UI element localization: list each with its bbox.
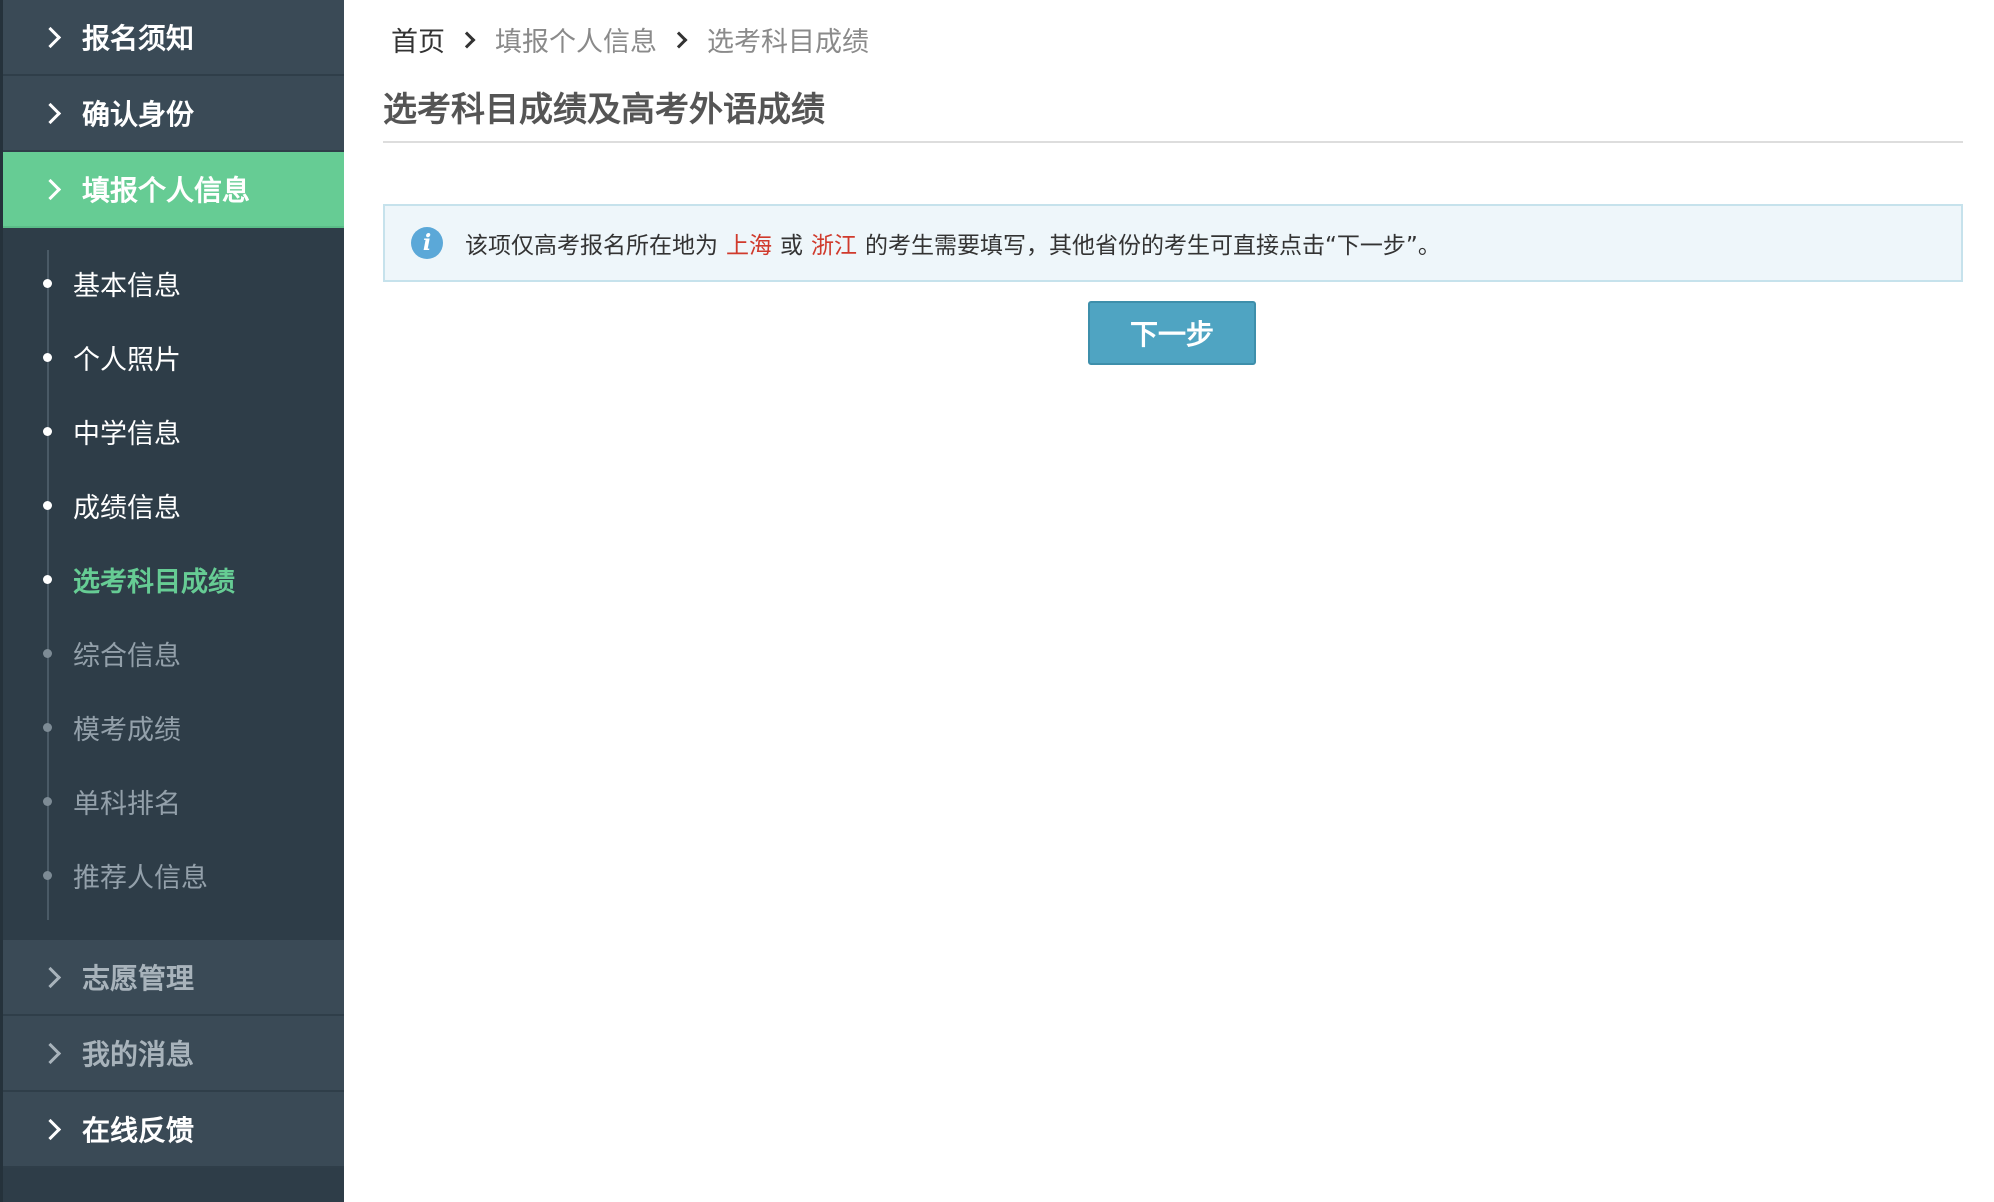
submenu-item-label: 个人照片 — [73, 344, 181, 376]
bullet-icon — [43, 575, 52, 584]
submenu-item-label: 选考科目成绩 — [73, 566, 235, 598]
chevron-right-icon — [458, 31, 476, 48]
chevron-right-icon — [39, 1118, 62, 1140]
next-step-button[interactable]: 下一步 — [1088, 301, 1256, 365]
sidebar-item-confirm-identity[interactable]: 确认身份 — [3, 76, 344, 152]
sidebar-submenu: 基本信息 个人照片 中学信息 成绩信息 选考科目成绩 综合信息 模考成绩 单科排… — [3, 228, 344, 940]
title-divider — [383, 141, 1963, 143]
bullet-icon — [43, 353, 52, 362]
chevron-right-icon — [39, 966, 62, 988]
breadcrumb-home[interactable]: 首页 — [391, 20, 445, 59]
bullet-icon — [43, 871, 52, 880]
sidebar-item-feedback[interactable]: 在线反馈 — [3, 1092, 344, 1168]
sidebar-item-preferences[interactable]: 志愿管理 — [3, 940, 344, 1016]
notice-text-1: 该项仅高考报名所在地为 — [465, 233, 718, 259]
sidebar-item-label: 在线反馈 — [82, 1114, 195, 1147]
bullet-icon — [43, 501, 52, 510]
sidebar: 报名须知 确认身份 填报个人信息 基本信息 个人照片 中学信息 成绩信息 选考科… — [0, 0, 344, 1202]
submenu-item-school-info[interactable]: 中学信息 — [3, 394, 344, 468]
sidebar-item-label: 确认身份 — [82, 98, 195, 131]
sidebar-item-registration-notice[interactable]: 报名须知 — [3, 0, 344, 76]
notice-place-shanghai: 上海 — [726, 233, 772, 259]
bullet-icon — [43, 797, 52, 806]
submenu-item-label: 模考成绩 — [73, 714, 181, 746]
chevron-right-icon — [39, 102, 62, 124]
submenu-item-subject-ranking[interactable]: 单科排名 — [3, 764, 344, 838]
page: 报名须知 确认身份 填报个人信息 基本信息 个人照片 中学信息 成绩信息 选考科… — [0, 0, 1994, 1202]
sidebar-item-label: 报名须知 — [82, 22, 195, 55]
sidebar-item-messages[interactable]: 我的消息 — [3, 1016, 344, 1092]
chevron-right-icon — [39, 1042, 62, 1064]
submenu-item-label: 综合信息 — [73, 640, 181, 672]
submenu-item-label: 推荐人信息 — [73, 862, 208, 894]
notice-text-3: 的考生需要填写，其他省份的考生可直接点击“下一步”。 — [865, 233, 1441, 259]
submenu-item-label: 基本信息 — [73, 270, 181, 302]
submenu-item-comprehensive-info[interactable]: 综合信息 — [3, 616, 344, 690]
sidebar-item-personal-info[interactable]: 填报个人信息 — [3, 152, 344, 228]
submenu-item-basic-info[interactable]: 基本信息 — [3, 246, 344, 320]
submenu-item-label: 成绩信息 — [73, 492, 181, 524]
bullet-icon — [43, 427, 52, 436]
page-title: 选考科目成绩及高考外语成绩 — [383, 90, 825, 130]
chevron-right-icon — [670, 31, 688, 48]
bullet-icon — [43, 649, 52, 658]
breadcrumb-level1[interactable]: 填报个人信息 — [495, 20, 657, 59]
notice-text-2: 或 — [780, 233, 803, 259]
chevron-right-icon — [39, 178, 62, 200]
notice-place-zhejiang: 浙江 — [811, 233, 857, 259]
submenu-item-label: 中学信息 — [73, 418, 181, 450]
breadcrumb: 首页 填报个人信息 选考科目成绩 — [391, 20, 869, 59]
sidebar-item-label: 志愿管理 — [82, 962, 195, 995]
submenu-item-referee-info[interactable]: 推荐人信息 — [3, 838, 344, 912]
notice-box: i 该项仅高考报名所在地为 上海 或 浙江 的考生需要填写，其他省份的考生可直接… — [383, 204, 1963, 282]
bullet-icon — [43, 723, 52, 732]
chevron-right-icon — [39, 26, 62, 48]
submenu-item-elective-scores[interactable]: 选考科目成绩 — [3, 542, 344, 616]
sidebar-item-label: 我的消息 — [82, 1038, 195, 1071]
info-icon: i — [411, 227, 443, 259]
sidebar-item-label: 填报个人信息 — [82, 174, 251, 207]
submenu-item-grades[interactable]: 成绩信息 — [3, 468, 344, 542]
submenu-item-mock-scores[interactable]: 模考成绩 — [3, 690, 344, 764]
breadcrumb-current: 选考科目成绩 — [707, 27, 869, 58]
submenu-item-photo[interactable]: 个人照片 — [3, 320, 344, 394]
bullet-icon — [43, 279, 52, 288]
main-content: 首页 填报个人信息 选考科目成绩 选考科目成绩及高考外语成绩 i 该项仅高考报名… — [383, 0, 1963, 1202]
submenu-item-label: 单科排名 — [73, 788, 181, 820]
